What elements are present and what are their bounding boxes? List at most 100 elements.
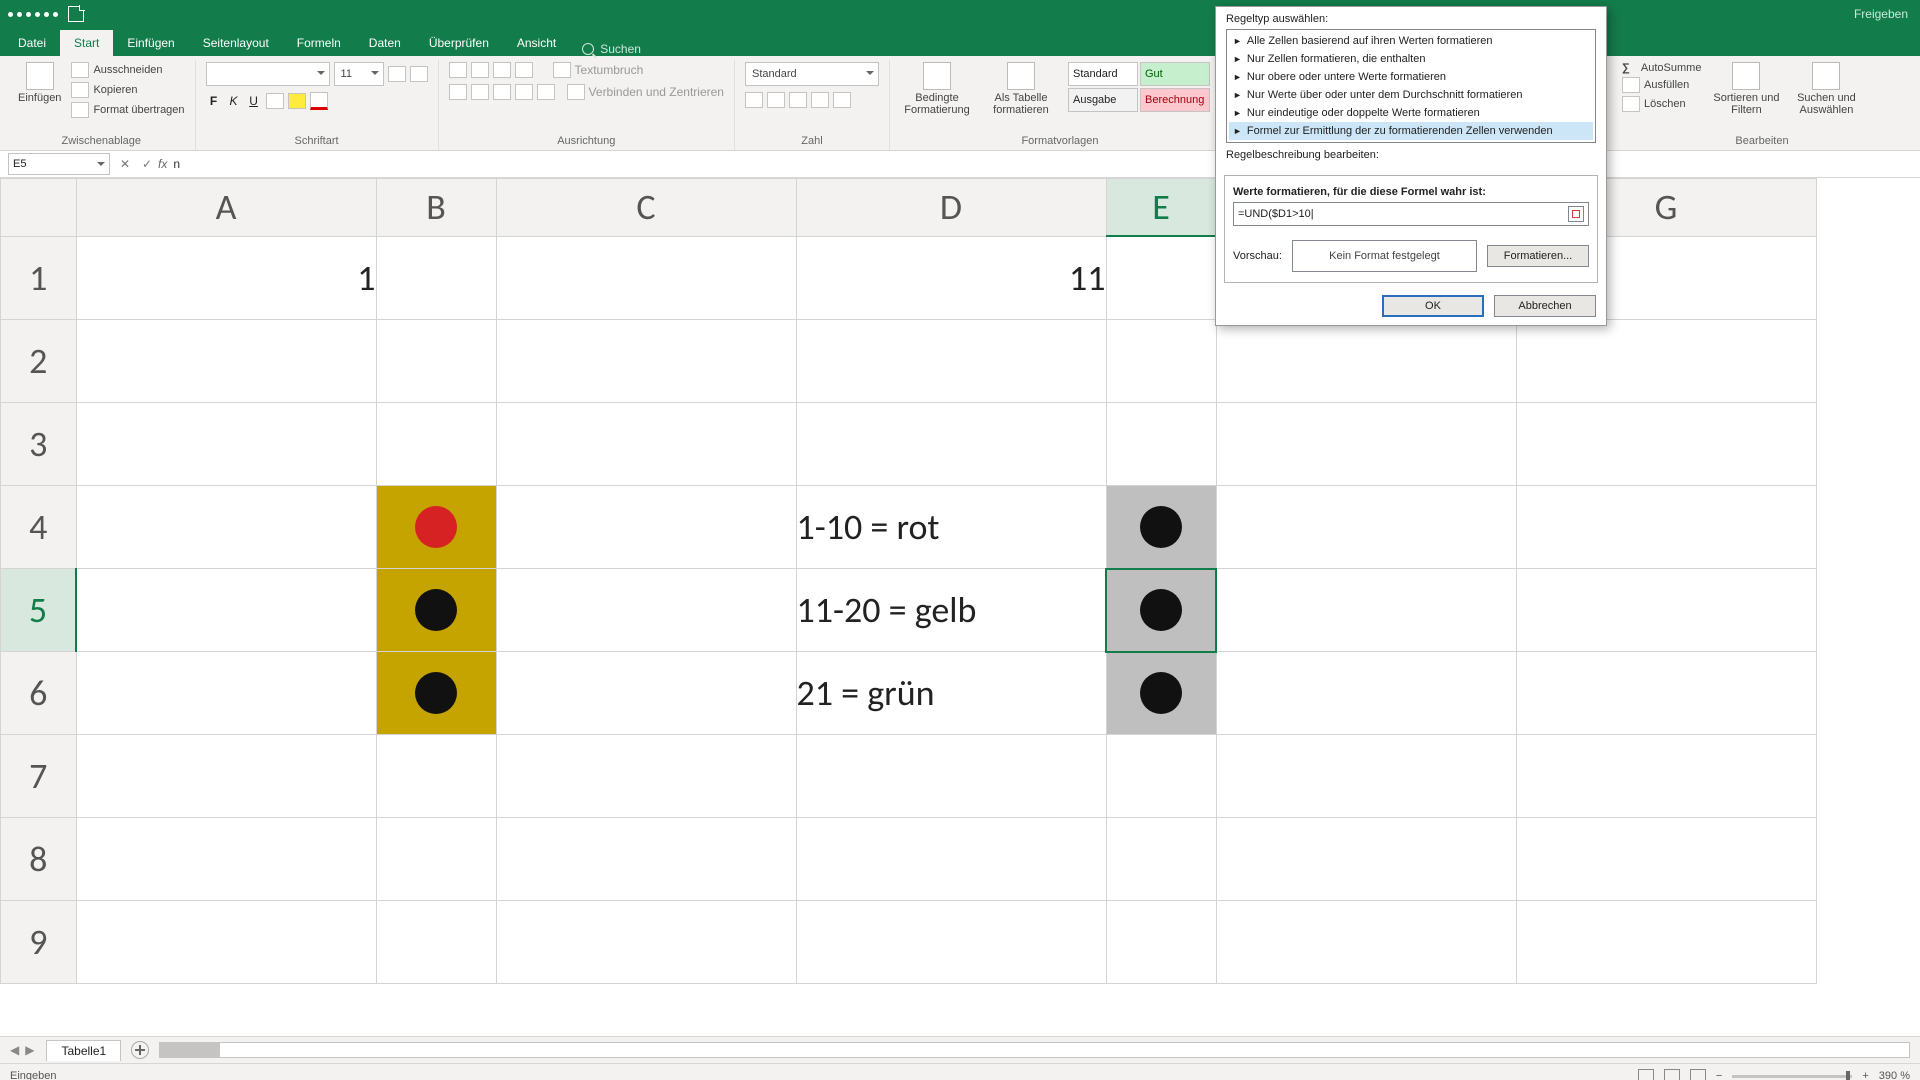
- currency-icon[interactable]: [745, 92, 763, 108]
- zoom-level[interactable]: 390 %: [1879, 1070, 1910, 1080]
- cell-B2[interactable]: [376, 320, 496, 403]
- col-header-E[interactable]: E: [1106, 179, 1216, 237]
- cell-D4[interactable]: 1-10 = rot: [796, 486, 1106, 569]
- cell-E5[interactable]: [1106, 569, 1216, 652]
- format-button[interactable]: Formatieren...: [1487, 245, 1589, 267]
- cell-D6[interactable]: 21 = grün: [796, 652, 1106, 735]
- font-size-dropdown[interactable]: 11: [334, 62, 384, 86]
- conditional-formatting-button[interactable]: Bedingte Formatierung: [900, 62, 974, 116]
- font-name-dropdown[interactable]: [206, 62, 330, 86]
- normal-view-icon[interactable]: [1638, 1069, 1654, 1080]
- fx-icon[interactable]: fx: [158, 157, 167, 171]
- cell-A4[interactable]: [76, 486, 376, 569]
- row-header-7[interactable]: 7: [1, 735, 77, 818]
- cell-A1[interactable]: 1: [76, 236, 376, 320]
- align-right-icon[interactable]: [493, 84, 511, 100]
- number-format-dropdown[interactable]: Standard: [745, 62, 879, 86]
- cell-F5[interactable]: [1216, 569, 1516, 652]
- cell-E8[interactable]: [1106, 818, 1216, 901]
- cut-button[interactable]: Ausschneiden: [71, 62, 184, 78]
- cell-D1[interactable]: 11: [796, 236, 1106, 320]
- rule-type-item[interactable]: ►Alle Zellen basierend auf ihren Werten …: [1229, 32, 1593, 50]
- cell-G3[interactable]: [1516, 403, 1816, 486]
- cell-C4[interactable]: [496, 486, 796, 569]
- cell-D5[interactable]: 11-20 = gelb: [796, 569, 1106, 652]
- tab-data[interactable]: Daten: [355, 30, 415, 56]
- increase-font-icon[interactable]: [388, 66, 406, 82]
- cell-B9[interactable]: [376, 901, 496, 984]
- row-header-3[interactable]: 3: [1, 403, 77, 486]
- fill-color-button[interactable]: [288, 93, 306, 109]
- clear-button[interactable]: Löschen: [1622, 96, 1701, 112]
- cell-A5[interactable]: [76, 569, 376, 652]
- cell-E7[interactable]: [1106, 735, 1216, 818]
- underline-button[interactable]: U: [246, 94, 262, 108]
- save-icon[interactable]: [68, 6, 84, 22]
- indent-decrease-icon[interactable]: [515, 84, 533, 100]
- select-all-corner[interactable]: [1, 179, 77, 237]
- tab-file[interactable]: Datei: [4, 30, 60, 56]
- decrease-decimal-icon[interactable]: [833, 92, 851, 108]
- sheet-tab-1[interactable]: Tabelle1: [46, 1040, 121, 1061]
- style-calc[interactable]: Berechnung: [1140, 88, 1210, 112]
- row-header-9[interactable]: 9: [1, 901, 77, 984]
- zoom-slider[interactable]: [1732, 1075, 1852, 1078]
- cell-styles-gallery[interactable]: Standard Gut Ausgabe Berechnung: [1068, 62, 1210, 112]
- cell-C6[interactable]: [496, 652, 796, 735]
- page-break-view-icon[interactable]: [1690, 1069, 1706, 1080]
- merge-icon[interactable]: [567, 84, 585, 100]
- increase-decimal-icon[interactable]: [811, 92, 829, 108]
- cell-A3[interactable]: [76, 403, 376, 486]
- format-painter-button[interactable]: Format übertragen: [71, 102, 184, 118]
- comma-icon[interactable]: [789, 92, 807, 108]
- cell-D3[interactable]: [796, 403, 1106, 486]
- cell-F2[interactable]: [1216, 320, 1516, 403]
- tab-formulas[interactable]: Formeln: [283, 30, 355, 56]
- percent-icon[interactable]: [767, 92, 785, 108]
- cell-E9[interactable]: [1106, 901, 1216, 984]
- tab-view[interactable]: Ansicht: [503, 30, 570, 56]
- cell-F7[interactable]: [1216, 735, 1516, 818]
- sheet-nav-prev-icon[interactable]: ◀: [10, 1043, 19, 1057]
- orientation-icon[interactable]: [515, 62, 533, 78]
- row-header-8[interactable]: 8: [1, 818, 77, 901]
- row-header-5[interactable]: 5: [1, 569, 77, 652]
- col-header-D[interactable]: D: [796, 179, 1106, 237]
- zoom-out-button[interactable]: −: [1716, 1070, 1722, 1080]
- cell-G6[interactable]: [1516, 652, 1816, 735]
- add-sheet-button[interactable]: [131, 1041, 149, 1059]
- cell-B4[interactable]: [376, 486, 496, 569]
- cell-F9[interactable]: [1216, 901, 1516, 984]
- copy-button[interactable]: Kopieren: [71, 82, 184, 98]
- cell-D2[interactable]: [796, 320, 1106, 403]
- cell-A2[interactable]: [76, 320, 376, 403]
- horizontal-scrollbar[interactable]: [159, 1042, 1910, 1058]
- formula-input[interactable]: n: [173, 157, 1920, 171]
- rule-formula-input[interactable]: =UND($D1>10|: [1233, 202, 1589, 226]
- cell-B8[interactable]: [376, 818, 496, 901]
- cell-D9[interactable]: [796, 901, 1106, 984]
- cell-E4[interactable]: [1106, 486, 1216, 569]
- style-output[interactable]: Ausgabe: [1068, 88, 1138, 112]
- cell-F8[interactable]: [1216, 818, 1516, 901]
- rule-type-item[interactable]: ►Nur Werte über oder unter dem Durchschn…: [1229, 86, 1593, 104]
- rule-type-item[interactable]: ►Nur obere oder untere Werte formatieren: [1229, 68, 1593, 86]
- cell-C3[interactable]: [496, 403, 796, 486]
- cell-G9[interactable]: [1516, 901, 1816, 984]
- cell-B7[interactable]: [376, 735, 496, 818]
- cell-A6[interactable]: [76, 652, 376, 735]
- cell-E6[interactable]: [1106, 652, 1216, 735]
- share-button[interactable]: Freigeben: [1854, 7, 1908, 21]
- style-good[interactable]: Gut: [1140, 62, 1210, 86]
- tell-me-search[interactable]: Suchen: [582, 42, 641, 56]
- align-center-icon[interactable]: [471, 84, 489, 100]
- style-standard[interactable]: Standard: [1068, 62, 1138, 86]
- italic-button[interactable]: K: [226, 94, 242, 108]
- indent-increase-icon[interactable]: [537, 84, 555, 100]
- tab-page-layout[interactable]: Seitenlayout: [189, 30, 283, 56]
- cell-G8[interactable]: [1516, 818, 1816, 901]
- align-bottom-icon[interactable]: [493, 62, 511, 78]
- col-header-B[interactable]: B: [376, 179, 496, 237]
- row-header-1[interactable]: 1: [1, 236, 77, 320]
- decrease-font-icon[interactable]: [410, 66, 428, 82]
